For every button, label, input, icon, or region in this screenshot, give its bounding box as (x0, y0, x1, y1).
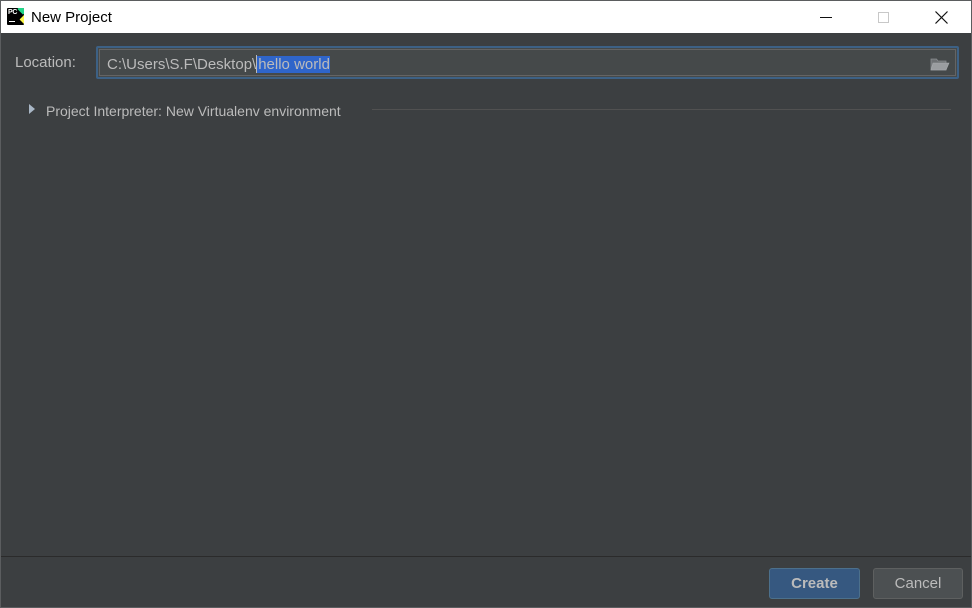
triangle-right-icon[interactable] (29, 104, 35, 114)
location-input-inner: C:\Users\S.F\Desktop\ hello world (99, 49, 956, 76)
project-interpreter-label[interactable]: Project Interpreter: New Virtualenv envi… (46, 103, 341, 119)
icon-accent-green (17, 8, 24, 15)
app-icon-text: PC (8, 9, 18, 16)
minimize-icon (820, 17, 832, 18)
cancel-button[interactable]: Cancel (873, 568, 963, 599)
close-icon (934, 10, 948, 24)
new-project-dialog: PC New Project Location: C:\Users\S.F\De… (0, 0, 972, 608)
close-button[interactable] (912, 1, 970, 33)
icon-accent-yellow (19, 14, 24, 25)
window-title: New Project (31, 9, 112, 26)
browse-folder-button[interactable] (930, 56, 950, 72)
pycharm-icon: PC (7, 8, 24, 25)
location-path-prefix: C:\Users\S.F\Desktop\ (107, 56, 257, 73)
location-label: Location: (15, 54, 76, 71)
maximize-icon (877, 11, 889, 23)
location-value: C:\Users\S.F\Desktop\ hello world (107, 55, 330, 73)
minimize-button[interactable] (797, 1, 855, 33)
project-interpreter-section[interactable]: Project Interpreter: New Virtualenv envi… (25, 101, 951, 121)
icon-underline (9, 21, 15, 22)
section-divider (372, 109, 951, 110)
folder-icon (930, 58, 950, 71)
title-bar[interactable]: PC New Project (1, 1, 971, 33)
maximize-button[interactable] (854, 1, 912, 33)
create-button[interactable]: Create (769, 568, 860, 599)
location-input[interactable]: C:\Users\S.F\Desktop\ hello world (96, 46, 959, 79)
location-selected-text: hello world (257, 56, 330, 73)
footer-divider (1, 556, 971, 557)
